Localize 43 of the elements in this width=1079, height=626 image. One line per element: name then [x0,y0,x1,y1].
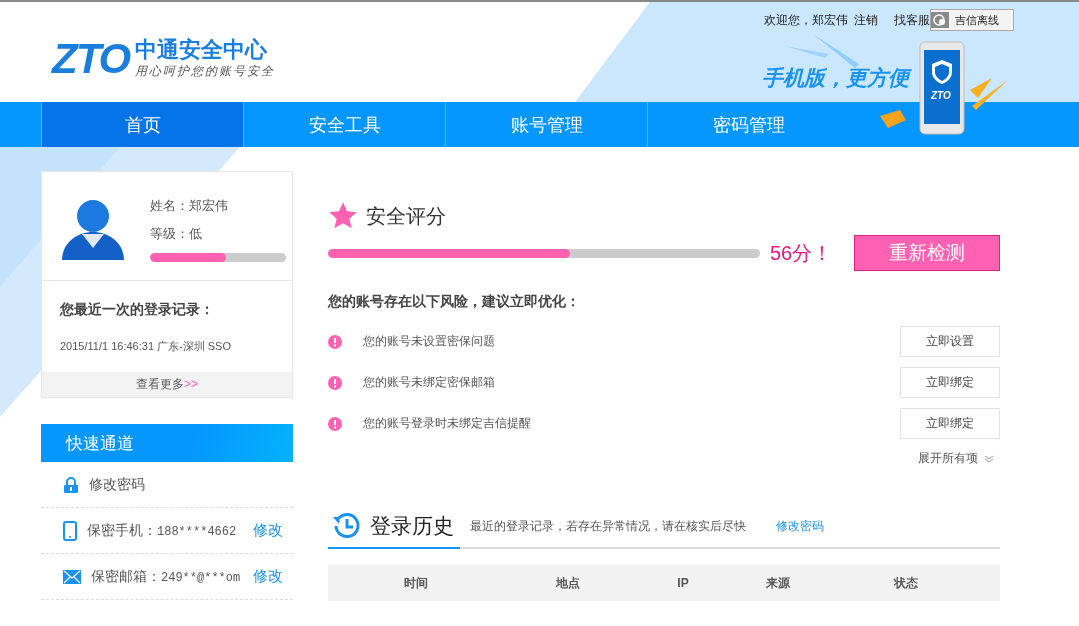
support-link[interactable]: 找客服 [894,11,930,29]
nav-tab[interactable]: 首页 [41,102,243,147]
logout-link[interactable]: 注销 [854,11,878,29]
warning-icon [328,375,342,390]
history-title: 登录历史 [370,513,454,539]
welcome-text: 欢迎您，郑宏伟 [764,11,848,29]
name-label: 姓名：郑宏伟 [150,196,229,215]
lock-icon [63,476,79,493]
last-login-title: 您最近一次的登录记录： [60,301,215,319]
history-note: 最近的登录记录，若存在异常情况，请在核实后尽快 [470,518,746,535]
fix-button[interactable]: 立即绑定 [900,367,1000,398]
warning-icon [328,416,342,431]
mail-icon [63,569,81,584]
column-header: 来源 [765,574,791,592]
logo-slogan: 用心呵护您的账号安全 [135,62,276,80]
column-header: IP [676,576,690,590]
level-label: 等级：低 [150,224,203,243]
chat-icon [931,12,949,28]
fix-button[interactable]: 立即绑定 [900,408,1000,439]
quick-link[interactable]: 修改密码 [89,475,145,494]
expand-link[interactable]: 展开所有项 [918,450,978,467]
risk-heading: 您的账号存在以下风险，建议立即优化： [328,293,581,311]
score-value: 56分！ [770,240,833,266]
phone-icon [63,520,77,541]
quick-links-title: 快速通道 [66,432,134,455]
risk-text: 您的账号未设置密保问题 [363,333,495,350]
risk-text: 您的账号登录时未绑定吉信提醒 [363,415,531,432]
warning-icon [328,334,342,349]
phone-logo: ZTO [931,90,951,101]
im-status-button[interactable]: 吉信离线 [930,9,1014,31]
star-icon [328,201,358,231]
section-title: 安全评分 [366,203,446,229]
column-header: 时间 [402,574,429,592]
column-header: 地点 [554,574,581,592]
fix-button[interactable]: 立即设置 [900,326,1000,357]
last-login-record: 2015/11/1 16:46:31 广东-深圳 SSO [60,339,232,354]
view-more-link[interactable]: 查看更多>> [42,372,292,397]
chevron-down-icon [984,453,994,464]
logo-title: 中通安全中心 [135,38,269,63]
logo-mark: ZTO [52,38,130,80]
column-header: 状态 [892,574,919,592]
clock-icon [332,511,362,541]
risk-text: 您的账号未绑定密保邮箱 [363,374,495,391]
